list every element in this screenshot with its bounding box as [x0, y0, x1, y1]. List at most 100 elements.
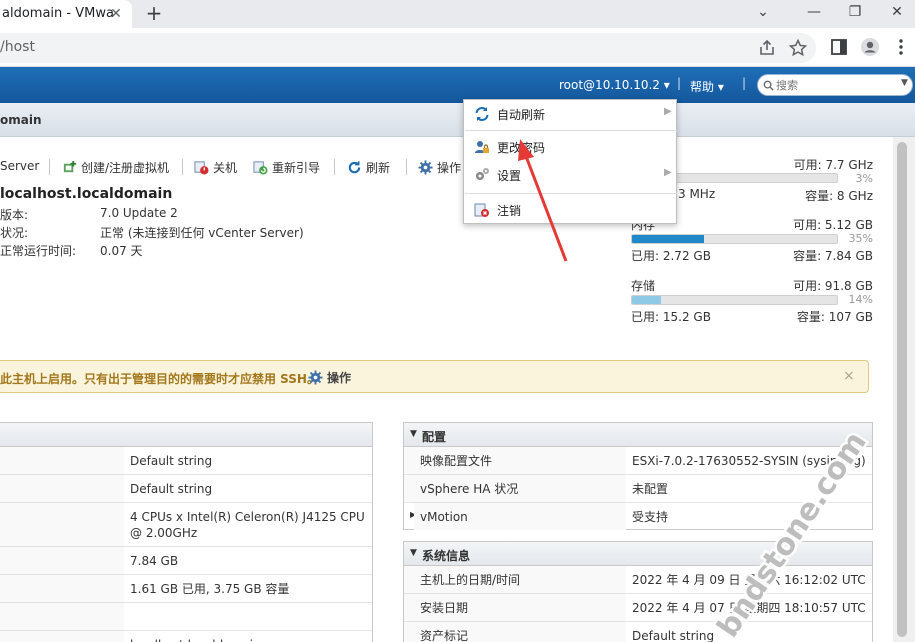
table-row: 7.84 GB [0, 547, 372, 575]
table-cell: 安装日期 [404, 594, 626, 621]
browser-tab-strip: aldomain - VMwa ✕ + ⌄ — ❐ ✕ [0, 0, 915, 28]
table-cell: Default string [632, 629, 715, 642]
refresh-button[interactable]: 刷新 [347, 159, 390, 175]
submenu-arrow-icon: ▶ [664, 167, 672, 178]
action-label: 关机 [213, 161, 238, 175]
search-dropdown-icon[interactable]: ▼ [901, 78, 908, 88]
shutdown-button[interactable]: 关机 [194, 159, 237, 175]
cpu-free: 可用: 7.7 GHz [793, 158, 873, 172]
table-cell: Default string [130, 454, 213, 468]
tab-title: aldomain - VMwa [2, 6, 114, 21]
table-cell: 未配置 [632, 482, 669, 496]
action-label: 刷新 [366, 161, 391, 175]
system-info-panel: ▼ 系统信息 主机上的日期/时间 2022 年 4 月 09 日 星期六 16:1… [403, 541, 873, 642]
create-vm-icon [63, 160, 77, 173]
table-cell: Default string [130, 482, 213, 496]
search-icon [763, 80, 774, 91]
action-label: 重新引导 [272, 161, 321, 175]
host-name: localhost.localdomain [0, 186, 173, 202]
close-icon[interactable]: × [843, 368, 855, 384]
table-row[interactable]: ▶vMotion受支持 [404, 503, 872, 530]
table-cell: 4 CPUs x Intel(R) Celeron(R) J4125 CPU @… [130, 510, 365, 540]
chevron-down-icon[interactable]: ⌄ [751, 2, 775, 22]
page-title-bar: omain [0, 103, 915, 137]
collapse-icon: ▼ [410, 429, 417, 439]
storage-label: 存储 [631, 279, 656, 293]
toolbar-divider [334, 159, 335, 175]
share-icon[interactable] [757, 38, 777, 58]
system-info-panel-header[interactable]: ▼ 系统信息 [404, 542, 872, 566]
server-action[interactable]: Server [0, 159, 39, 175]
search-box[interactable]: ▼ [757, 74, 913, 96]
cpu-used: 3 MHz [678, 187, 716, 201]
warning-actions-button[interactable]: 操作 [308, 369, 351, 386]
table-cell: 映像配置文件 [404, 447, 626, 474]
warning-action-label: 操作 [327, 371, 352, 385]
table-cell: 资产标记 [404, 622, 626, 642]
memory-capacity: 容量: 7.84 GB [793, 249, 873, 263]
table-cell [124, 603, 136, 615]
url-text: /host [0, 39, 35, 55]
state-value: 正常 (未连接到任何 vCenter Server) [100, 226, 304, 240]
more-menu-icon[interactable] [891, 37, 911, 57]
table-row: 4 CPUs x Intel(R) Celeron(R) J4125 CPU @… [0, 503, 372, 547]
config-panel: ▼ 配置 映像配置文件 ESXi-7.0.2-17630552-SYSIN (sy… [403, 422, 873, 530]
help-menu[interactable]: 帮助 ▾ [690, 78, 724, 95]
auto-refresh-icon [475, 107, 489, 121]
window-minimize-button[interactable]: — [802, 2, 826, 22]
create-register-vm-button[interactable]: 创建/注册虚拟机 [62, 159, 169, 175]
state-label: 状况: [0, 226, 29, 240]
scrollbar-thumb[interactable] [897, 142, 907, 637]
menu-item-label: 自动刷新 [497, 108, 546, 122]
storage-usage-fill [632, 296, 661, 304]
window-restore-button[interactable]: ❐ [843, 2, 867, 22]
toolbar-divider [406, 159, 407, 175]
user-menu[interactable]: root@10.10.10.2 ▾ [559, 78, 670, 92]
hardware-panel: Default string Default string 4 CPUs x I… [0, 422, 373, 642]
window-close-button[interactable]: ✕ [885, 2, 909, 22]
header-separator: | [677, 76, 682, 90]
config-title: 配置 [422, 430, 447, 444]
table-row: vSphere HA 状况 未配置 [404, 475, 872, 503]
new-tab-button[interactable]: + [143, 2, 165, 24]
cpu-capacity: 容量: 8 GHz [805, 189, 873, 203]
search-input[interactable] [776, 77, 896, 93]
version-label: 版本: [0, 208, 29, 222]
warning-text: 此主机上启用。只有出于管理目的的需要时才应禁用 SSH。 [0, 372, 319, 386]
cpu-percent: 3% [855, 172, 873, 185]
table-cell: ESXi-7.0.2-17630552-SYSIN (sysin.org) [632, 454, 866, 468]
memory-percent: 35% [848, 232, 873, 245]
storage-percent: 14% [848, 293, 873, 306]
table-cell: 主机上的日期/时间 [404, 566, 626, 593]
vertical-scrollbar[interactable] [893, 137, 915, 642]
table-cell: 2022 年 4 月 07 日 星期四 18:10:57 UTC [632, 601, 866, 615]
table-row: 资产标记 Default string [404, 622, 872, 642]
side-panel-icon[interactable] [829, 37, 849, 57]
uptime-label: 正常运行时间: [0, 244, 77, 258]
table-row: localhost.localdomain [0, 631, 372, 642]
memory-usage-fill [632, 235, 704, 243]
address-bar[interactable]: /host [0, 33, 816, 63]
version-value: 7.0 Update 2 [100, 206, 178, 220]
table-cell: 1.61 GB 已用, 3.75 GB 容量 [130, 582, 290, 596]
config-panel-header[interactable]: ▼ 配置 [404, 423, 872, 447]
storage-free: 可用: 91.8 GB [793, 279, 873, 293]
page-title: omain [0, 113, 42, 127]
profile-avatar-icon[interactable] [860, 37, 880, 57]
actions-menu-button[interactable]: 操作 [418, 159, 461, 175]
collapse-icon: ▼ [410, 548, 417, 558]
tab-close-icon[interactable]: ✕ [108, 6, 124, 22]
browser-tab[interactable]: aldomain - VMwa ✕ [0, 0, 132, 28]
reboot-button[interactable]: 重新引导 [253, 159, 320, 175]
memory-free: 可用: 5.12 GB [793, 218, 873, 232]
action-label: Server [0, 159, 40, 173]
table-cell: localhost.localdomain [124, 631, 267, 642]
bookmark-star-icon[interactable] [788, 38, 808, 58]
table-cell: 受支持 [632, 510, 669, 524]
ssh-warning-banner: 此主机上启用。只有出于管理目的的需要时才应禁用 SSH。 操作 × [0, 360, 869, 393]
table-row: Default string [0, 447, 372, 475]
storage-capacity: 容量: 107 GB [796, 310, 873, 324]
menu-item-auto-refresh[interactable]: 自动刷新 ▶ [464, 100, 676, 128]
gear-icon [308, 370, 323, 385]
app-header: root@10.10.10.2 ▾ | 帮助 ▾ | ▼ [0, 67, 915, 103]
